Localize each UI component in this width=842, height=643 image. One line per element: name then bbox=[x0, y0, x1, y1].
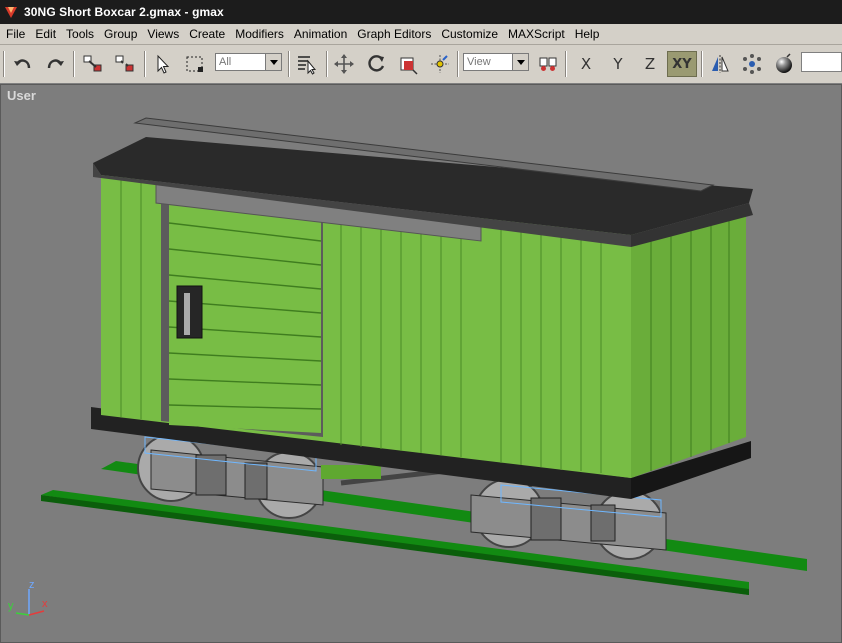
selection-filter-dropdown[interactable]: All bbox=[215, 53, 282, 71]
toolbar-separator bbox=[457, 51, 459, 77]
menu-tools[interactable]: Tools bbox=[61, 24, 99, 44]
mirror-button[interactable] bbox=[707, 51, 733, 77]
chevron-down-icon bbox=[512, 54, 528, 70]
restrict-to-z-button[interactable]: Z bbox=[637, 51, 663, 77]
select-and-scale-button[interactable] bbox=[395, 51, 421, 77]
restrict-to-y-button[interactable]: Y bbox=[605, 51, 631, 77]
toolbar-separator bbox=[326, 51, 328, 77]
reference-coordinate-dropdown[interactable]: View bbox=[463, 53, 529, 71]
use-pivot-point-button[interactable] bbox=[535, 51, 561, 77]
rotate-icon bbox=[368, 55, 385, 72]
toolbar-separator bbox=[3, 51, 5, 77]
toolbar-separator bbox=[288, 51, 290, 77]
menu-group[interactable]: Group bbox=[99, 24, 142, 44]
menu-bar: File Edit Tools Group Views Create Modif… bbox=[0, 24, 842, 45]
move-arrows-icon bbox=[334, 54, 354, 74]
material-sphere-icon bbox=[776, 53, 792, 73]
redo-icon bbox=[47, 59, 64, 69]
axis-x-label: x bbox=[42, 598, 48, 610]
restrict-to-x-button[interactable]: X bbox=[573, 51, 599, 77]
unlink-icon bbox=[115, 55, 134, 72]
restrict-to-xy-button[interactable]: XY bbox=[667, 51, 697, 77]
menu-customize[interactable]: Customize bbox=[436, 24, 503, 44]
toolbar-separator bbox=[565, 51, 567, 77]
axis-z-label: z bbox=[29, 579, 35, 591]
pivot-center-button[interactable] bbox=[427, 51, 453, 77]
pivot-point-center-icon bbox=[539, 57, 557, 71]
menu-graph-editors[interactable]: Graph Editors bbox=[352, 24, 436, 44]
redo-button[interactable] bbox=[42, 51, 68, 77]
pivot-icon bbox=[431, 55, 449, 73]
region-select-button[interactable] bbox=[182, 51, 208, 77]
unlink-selection-button[interactable] bbox=[112, 51, 138, 77]
select-by-name-button[interactable] bbox=[294, 51, 320, 77]
gmax-app-icon[interactable] bbox=[4, 5, 18, 19]
toolbar-separator bbox=[144, 51, 146, 77]
menu-file[interactable]: File bbox=[0, 24, 30, 44]
select-object-button[interactable] bbox=[150, 51, 176, 77]
rectangle-selection-icon bbox=[186, 56, 203, 72]
named-selection-field[interactable] bbox=[801, 52, 842, 72]
menu-create[interactable]: Create bbox=[184, 24, 230, 44]
select-and-link-button[interactable] bbox=[80, 51, 106, 77]
select-by-name-icon bbox=[298, 56, 317, 75]
material-editor-button[interactable] bbox=[771, 51, 797, 77]
menu-edit[interactable]: Edit bbox=[30, 24, 61, 44]
select-and-move-button[interactable] bbox=[331, 51, 357, 77]
chevron-down-icon bbox=[265, 54, 281, 70]
menu-help[interactable]: Help bbox=[570, 24, 605, 44]
mirror-icon bbox=[712, 55, 729, 73]
menu-maxscript[interactable]: MAXScript bbox=[503, 24, 570, 44]
array-button[interactable] bbox=[739, 51, 765, 77]
scale-icon bbox=[400, 57, 418, 75]
user-viewport[interactable]: User z y x bbox=[0, 84, 842, 643]
menu-views[interactable]: Views bbox=[142, 24, 184, 44]
cursor-arrow-icon bbox=[157, 54, 170, 74]
undo-button[interactable] bbox=[10, 51, 36, 77]
reference-coordinate-value: View bbox=[467, 56, 491, 68]
link-icon bbox=[83, 55, 102, 72]
select-and-rotate-button[interactable] bbox=[363, 51, 389, 77]
axis-y-label: y bbox=[8, 600, 14, 612]
menu-animation[interactable]: Animation bbox=[289, 24, 352, 44]
title-bar: 30NG Short Boxcar 2.gmax - gmax bbox=[0, 0, 842, 24]
undo-icon bbox=[14, 59, 31, 69]
window-title: 30NG Short Boxcar 2.gmax - gmax bbox=[24, 5, 224, 19]
main-toolbar: All View X Y Z XY bbox=[0, 45, 842, 84]
selection-filter-value: All bbox=[219, 56, 232, 68]
toolbar-separator bbox=[701, 51, 703, 77]
toolbar-separator bbox=[73, 51, 75, 77]
boxcar-3d-scene bbox=[41, 117, 807, 595]
door-handle bbox=[184, 293, 190, 335]
underframe-green bbox=[321, 465, 381, 479]
menu-modifiers[interactable]: Modifiers bbox=[230, 24, 289, 44]
array-icon bbox=[743, 54, 761, 74]
